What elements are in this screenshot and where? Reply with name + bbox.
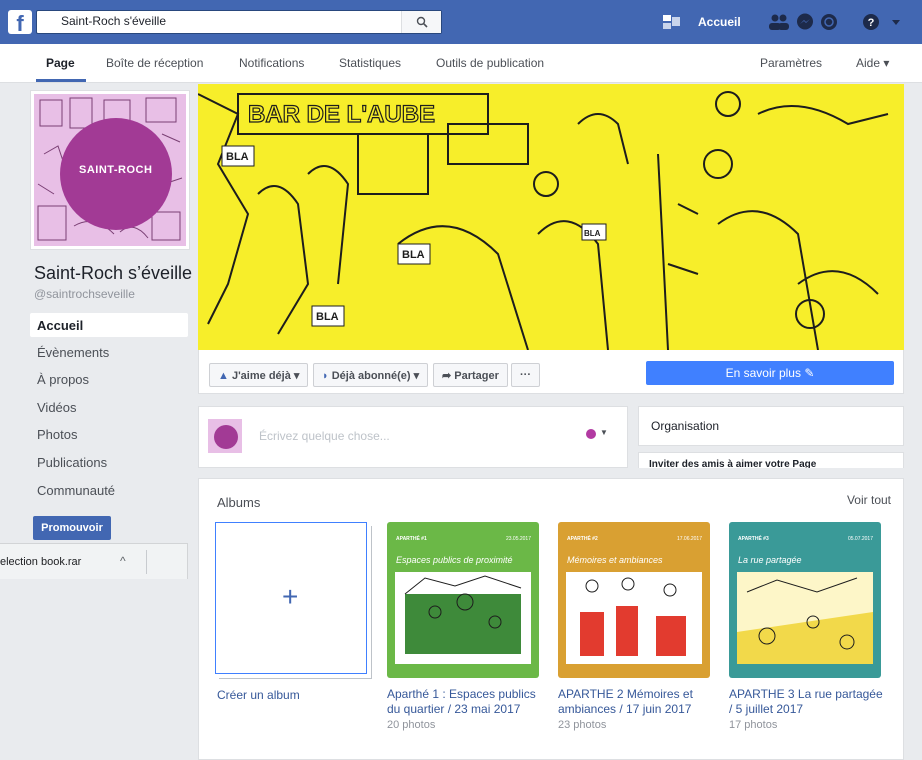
follow-button-label: Déjà abonné(e) ▾ <box>331 370 420 382</box>
create-album-card[interactable]: + <box>215 522 372 679</box>
album-date: 05.07.2017 <box>847 536 873 542</box>
promote-button[interactable]: Promouvoir <box>33 516 111 540</box>
download-bar: election book.rar ^ <box>0 543 188 579</box>
active-tab-indicator <box>36 79 86 82</box>
album-title[interactable]: Aparthé 1 : Espaces publics du quartier … <box>387 687 547 717</box>
album-photo-count: 23 photos <box>558 719 607 731</box>
page-nav: Page Boîte de réception Notifications St… <box>0 44 922 83</box>
album-cover-art <box>395 572 531 664</box>
album-number: APARTHÉ #3 <box>738 536 769 542</box>
download-filename[interactable]: election book.rar <box>0 556 81 568</box>
more-options-button[interactable]: ··· <box>511 363 540 387</box>
composer-identity-caret-icon[interactable]: ▼ <box>600 428 608 437</box>
album-photo-count: 20 photos <box>387 719 436 731</box>
download-separator <box>146 550 147 574</box>
cover-bubble-3: BLA <box>316 311 339 323</box>
album-title[interactable]: APARTHE 3 La rue partagée / 5 juillet 20… <box>729 687 889 717</box>
composer-avatar <box>208 419 242 453</box>
tab-insights[interactable]: Statistiques <box>339 56 401 70</box>
album-date: 23.05.2017 <box>505 536 531 542</box>
albums-section: Albums Voir tout + Créer un album APARTH… <box>198 478 904 760</box>
facebook-page: f Saint-Roch s'éveille Accueil ? Page Bo… <box>0 0 922 760</box>
sidebar-item-events[interactable]: Évènements <box>30 340 188 364</box>
cover-illustration-icon: BAR DE L'AUBE BLA BLA BLA BLA <box>198 84 904 350</box>
sidebar-item-videos[interactable]: Vidéos <box>30 395 188 419</box>
rss-icon: ◗ <box>322 370 332 382</box>
organisation-label: Organisation <box>651 419 720 433</box>
post-composer[interactable]: Écrivez quelque chose... ▼ <box>198 406 628 468</box>
messenger-icon[interactable] <box>796 13 814 31</box>
account-menu-caret-icon[interactable] <box>892 20 900 26</box>
album-number: APARTHÉ #2 <box>567 536 598 542</box>
cover-bubble-1: BLA <box>226 151 249 163</box>
learn-more-button[interactable]: En savoir plus ✎ <box>646 361 894 385</box>
album-card[interactable]: APARTHÉ #2 17.06.2017 Mémoires et ambian… <box>558 522 710 678</box>
composer-identity-icon[interactable] <box>586 429 596 439</box>
search-input[interactable]: Saint-Roch s'éveille <box>61 14 166 28</box>
search-box[interactable]: Saint-Roch s'éveille <box>36 10 442 34</box>
share-button-label: Partager <box>454 370 499 382</box>
tab-settings[interactable]: Paramètres <box>760 56 822 70</box>
album-title[interactable]: APARTHE 2 Mémoires et ambiances / 17 jui… <box>558 687 718 717</box>
help-icon[interactable]: ? <box>862 13 880 31</box>
sidebar-item-home[interactable]: Accueil <box>30 313 188 337</box>
avatar-icon <box>208 419 242 453</box>
cover-action-bar: ▲ J'aime déjà ▾ ◗ Déjà abonné(e) ▾ ➦ Par… <box>198 350 904 394</box>
profile-text: SAINT-ROCH <box>79 164 153 176</box>
search-icon <box>416 16 428 28</box>
album-subtitle: Mémoires et ambiances <box>567 555 663 565</box>
cover-sign-text: BAR DE L'AUBE <box>248 101 435 128</box>
tab-publishing-tools[interactable]: Outils de publication <box>436 56 544 70</box>
search-button[interactable] <box>401 11 441 33</box>
tab-notifications[interactable]: Notifications <box>239 56 304 70</box>
composer-input[interactable]: Écrivez quelque chose... <box>259 429 390 443</box>
album-subtitle: La rue partagée <box>738 555 802 565</box>
album-date: 17.06.2017 <box>676 536 702 542</box>
album-cover-art <box>737 572 873 664</box>
cover-photo[interactable]: BAR DE L'AUBE BLA BLA BLA BLA <box>198 84 904 350</box>
like-button[interactable]: ▲ J'aime déjà ▾ <box>209 363 309 387</box>
friend-requests-icon[interactable] <box>768 13 790 31</box>
tab-page[interactable]: Page <box>46 56 75 70</box>
plus-icon: + <box>282 581 299 612</box>
page-title: Saint-Roch s’éveille <box>34 263 193 283</box>
sidebar-item-posts[interactable]: Publications <box>30 450 188 474</box>
cover-bubble-4: BLA <box>584 229 601 238</box>
album-number: APARTHÉ #1 <box>396 536 427 542</box>
album-subtitle: Espaces publics de proximité <box>396 555 513 565</box>
page-handle[interactable]: @saintrochseveille <box>34 287 135 301</box>
thumbs-up-icon: ▲ <box>218 370 232 382</box>
profile-picture-frame[interactable]: SAINT-ROCH <box>30 90 190 250</box>
albums-title: Albums <box>217 495 261 510</box>
album-photo-count: 17 photos <box>729 719 778 731</box>
organisation-box: Organisation <box>638 406 904 446</box>
create-album-link[interactable]: Créer un album <box>217 688 300 702</box>
see-all-link[interactable]: Voir tout <box>847 493 891 507</box>
follow-button[interactable]: ◗ Déjà abonné(e) ▾ <box>313 363 429 387</box>
like-button-label: J'aime déjà ▾ <box>231 370 300 382</box>
download-menu-chevron-icon[interactable]: ^ <box>120 554 126 568</box>
page-flag-icon[interactable] <box>662 13 682 31</box>
top-bar: f Saint-Roch s'éveille Accueil ? <box>0 0 922 44</box>
notifications-globe-icon[interactable] <box>820 13 838 31</box>
tab-help[interactable]: Aide ▾ <box>856 56 889 70</box>
share-arrow-icon: ➦ <box>442 370 455 382</box>
sidebar-item-photos[interactable]: Photos <box>30 422 188 446</box>
logo-letter: f <box>16 11 24 34</box>
album-card[interactable]: APARTHÉ #1 23.05.2017 Espaces publics de… <box>387 522 539 678</box>
sidebar-item-about[interactable]: À propos <box>30 367 188 391</box>
svg-text:?: ? <box>868 17 875 29</box>
facebook-logo-icon[interactable]: f <box>8 10 32 34</box>
sidebar-item-community[interactable]: Communauté <box>30 478 188 502</box>
invite-box[interactable]: Inviter des amis à aimer votre Page <box>638 452 904 468</box>
invite-friends-label[interactable]: Inviter des amis à aimer votre Page <box>649 459 816 468</box>
share-button[interactable]: ➦ Partager <box>433 363 508 387</box>
album-cover-art <box>566 572 702 664</box>
tab-inbox[interactable]: Boîte de réception <box>106 56 203 70</box>
album-card[interactable]: APARTHÉ #3 05.07.2017 La rue partagée <box>729 522 881 678</box>
profile-picture: SAINT-ROCH <box>34 94 186 246</box>
home-link[interactable]: Accueil <box>698 15 741 29</box>
cover-bubble-2: BLA <box>402 249 425 261</box>
